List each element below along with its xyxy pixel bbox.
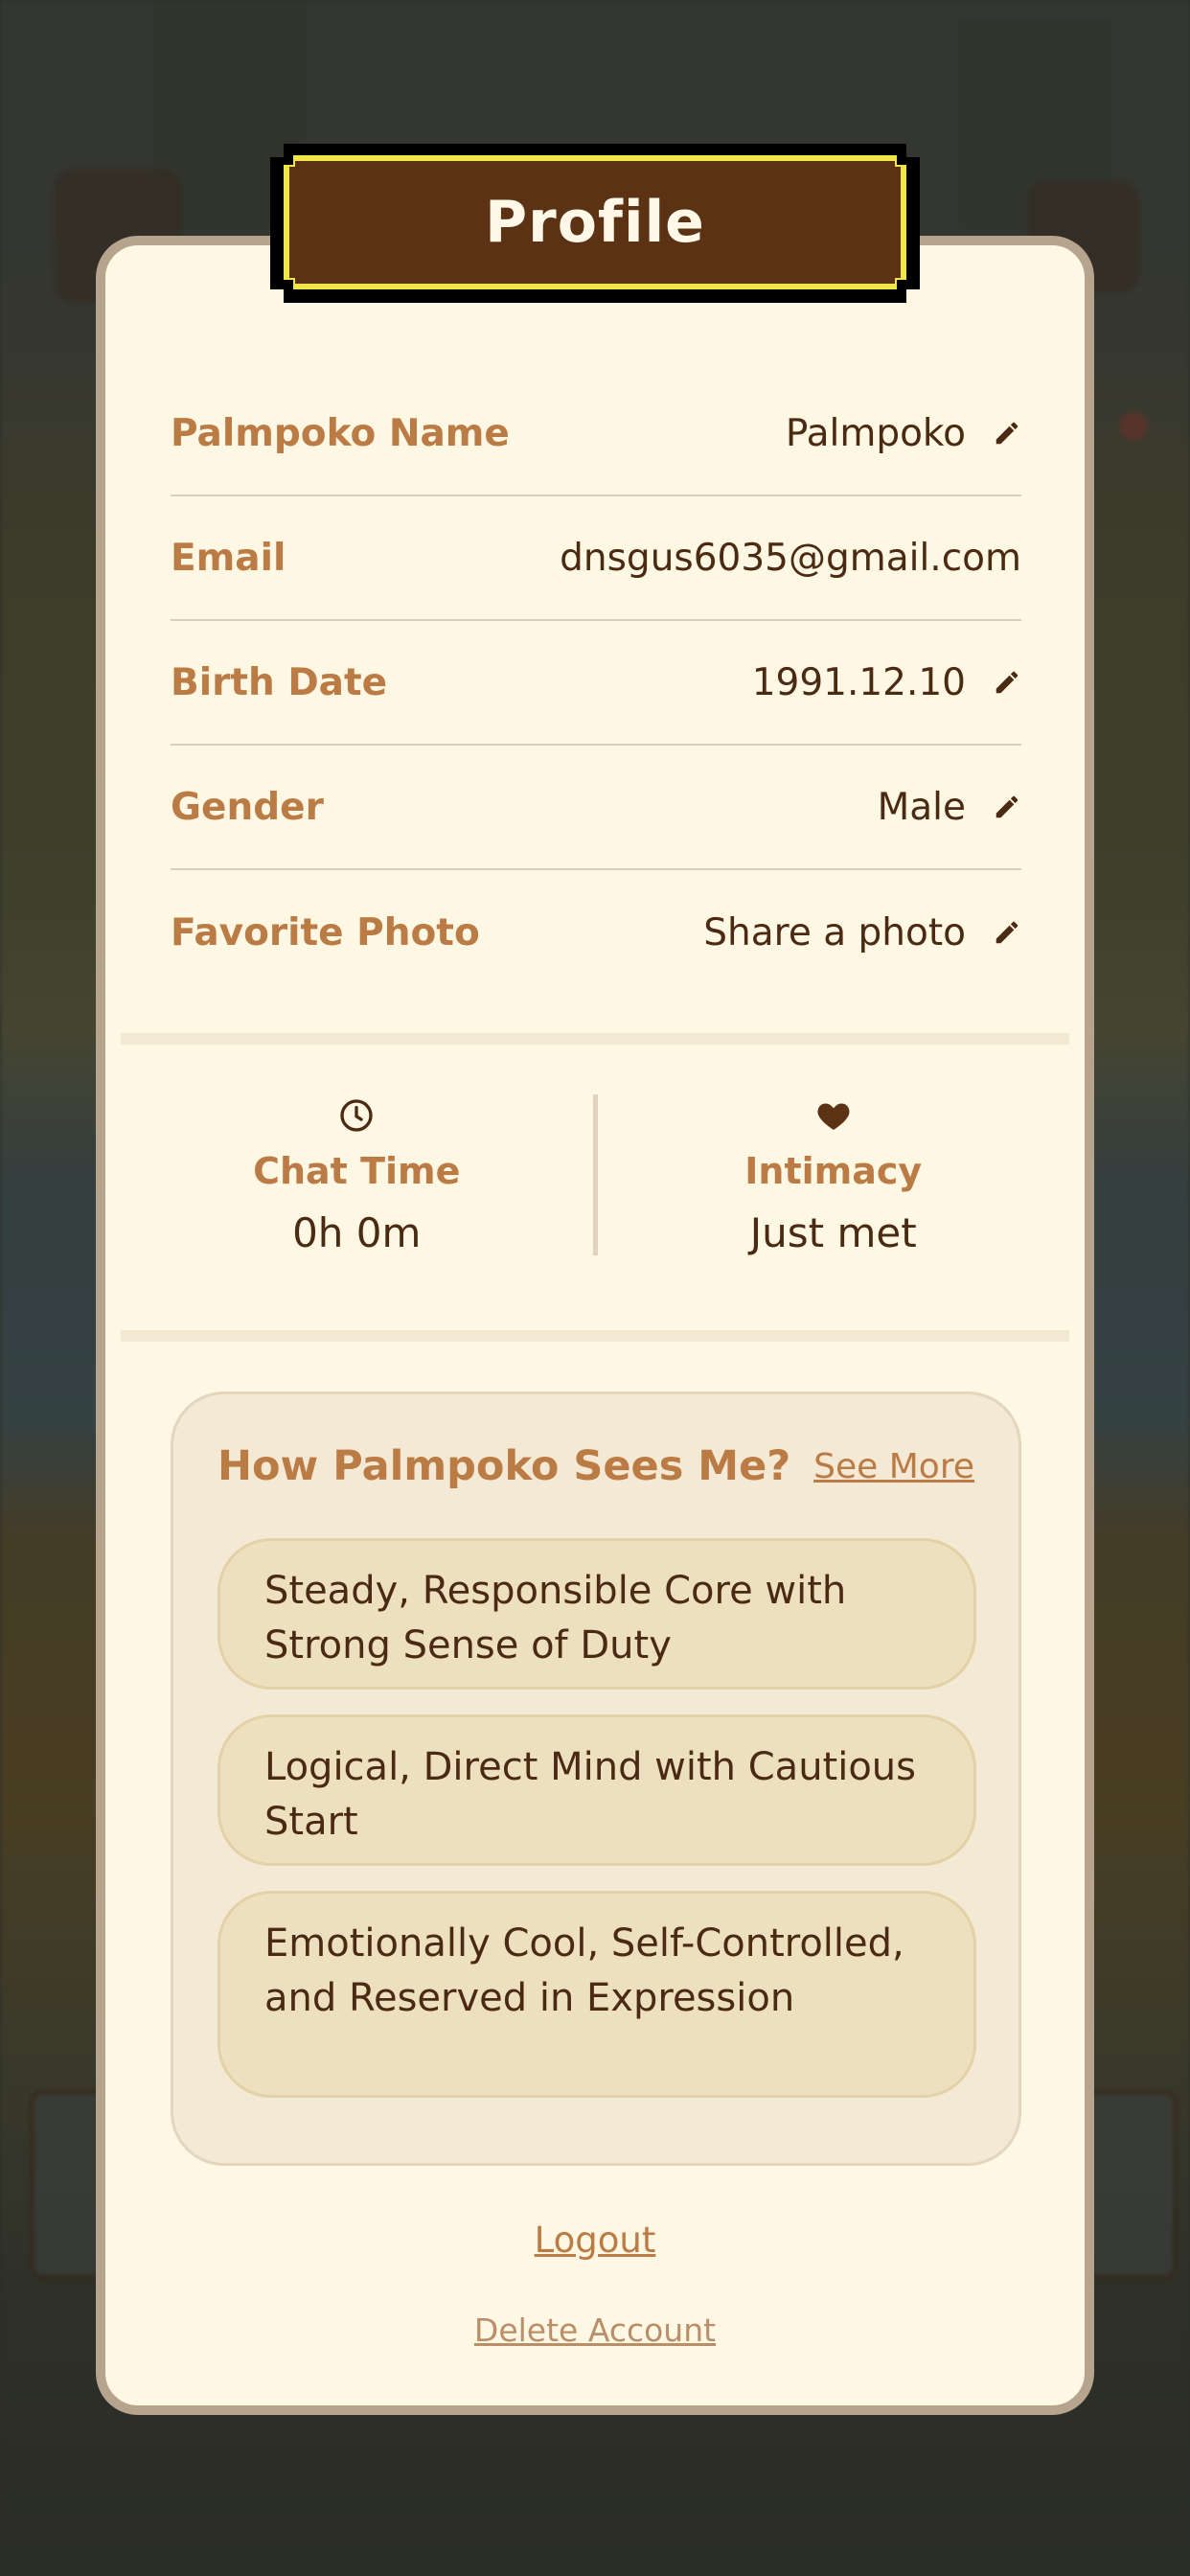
field-row-gender[interactable]: Gender Male: [171, 746, 1021, 870]
stat-chat-time: Chat Time 0h 0m: [121, 1054, 593, 1294]
field-label: Favorite Photo: [171, 910, 480, 954]
stat-value: 0h 0m: [292, 1209, 422, 1256]
profile-fields: Palmpoko Name Palmpoko Email dnsgus6035@…: [171, 372, 1021, 995]
profile-title-plate: Profile: [270, 144, 920, 303]
clock-icon: [340, 1099, 373, 1132]
insights-title: How Palmpoko Sees Me?: [217, 1442, 791, 1490]
insights-card: How Palmpoko Sees Me? See More Steady, R…: [171, 1392, 1021, 2166]
field-label: Gender: [171, 785, 324, 829]
field-row-name[interactable]: Palmpoko Name Palmpoko: [171, 372, 1021, 496]
pencil-icon[interactable]: [993, 668, 1021, 697]
field-label: Email: [171, 536, 286, 580]
field-row-email: Email dnsgus6035@gmail.com: [171, 496, 1021, 621]
field-value: Palmpoko: [785, 411, 966, 455]
section-divider: [121, 1033, 1069, 1045]
field-label: Palmpoko Name: [171, 411, 510, 455]
field-row-favorite-photo[interactable]: Favorite Photo Share a photo: [171, 870, 1021, 995]
stat-label: Chat Time: [253, 1150, 461, 1192]
section-divider: [121, 1330, 1069, 1342]
pencil-icon[interactable]: [993, 793, 1021, 821]
heart-icon: [817, 1103, 850, 1130]
delete-account-link[interactable]: Delete Account: [0, 2312, 1190, 2349]
stat-label: Intimacy: [744, 1150, 923, 1192]
field-value: Share a photo: [703, 910, 966, 954]
stats-panel: Chat Time 0h 0m Intimacy Just met: [121, 1054, 1069, 1294]
trait-pill: Logical, Direct Mind with Cautious Start: [217, 1714, 976, 1866]
field-row-birth-date[interactable]: Birth Date 1991.12.10: [171, 621, 1021, 746]
field-value: dnsgus6035@gmail.com: [560, 536, 1021, 580]
pencil-icon[interactable]: [993, 419, 1021, 448]
trait-pill: Steady, Responsible Core with Strong Sen…: [217, 1538, 976, 1690]
stat-intimacy: Intimacy Just met: [598, 1054, 1070, 1294]
field-label: Birth Date: [171, 660, 388, 704]
trait-pill: Emotionally Cool, Self-Controlled, and R…: [217, 1891, 976, 2098]
field-value: 1991.12.10: [751, 660, 966, 704]
page-title: Profile: [485, 189, 705, 256]
see-more-link[interactable]: See More: [813, 1447, 974, 1486]
pencil-icon[interactable]: [993, 918, 1021, 947]
logout-link[interactable]: Logout: [0, 2220, 1190, 2261]
field-value: Male: [877, 785, 966, 829]
stat-value: Just met: [749, 1209, 917, 1256]
